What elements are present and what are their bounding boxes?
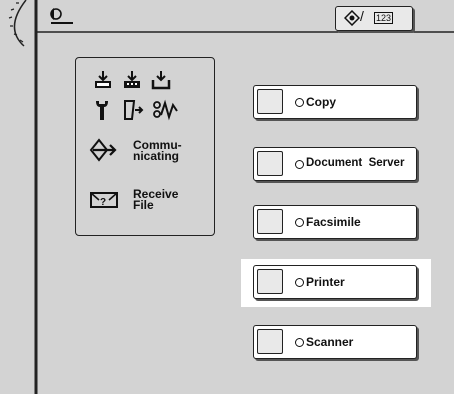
copy-button[interactable]: Copy <box>253 85 417 119</box>
document-server-lamp-icon <box>295 160 304 169</box>
receive-file-icon: ? <box>90 192 118 208</box>
receive-file-label: Receive File <box>133 188 178 212</box>
signal-icon <box>153 99 178 121</box>
copy-label: Copy <box>306 95 336 109</box>
scanner-label: Scanner <box>306 335 354 349</box>
printer-key[interactable] <box>257 269 283 294</box>
printer-button[interactable]: Printer <box>253 265 417 299</box>
mode-key-top[interactable]: / 123 <box>335 6 413 31</box>
document-server-label: Document Server <box>306 157 405 169</box>
copy-lamp-icon <box>295 98 304 107</box>
scanner-button[interactable]: Scanner <box>253 325 417 359</box>
facsimile-label: Facsimile <box>306 215 361 229</box>
document-server-button[interactable]: Document Server <box>253 147 417 181</box>
communicating-icon <box>89 138 117 162</box>
copy-key[interactable] <box>257 89 283 114</box>
slash-separator: / <box>360 8 364 24</box>
printer-label: Printer <box>306 275 345 289</box>
communicating-line2: nicating <box>133 149 180 163</box>
wrench-icon <box>96 101 108 120</box>
facsimile-button[interactable]: Facsimile <box>253 205 417 239</box>
facsimile-lamp-icon <box>295 218 304 227</box>
data-in-tray-icon <box>151 71 171 90</box>
receive-line2: File <box>133 198 154 212</box>
data-in-toner-icon <box>124 71 140 88</box>
scanner-lamp-icon <box>295 338 304 347</box>
counter-indicator: 123 <box>374 12 394 24</box>
svg-text:?: ? <box>100 197 106 208</box>
communicating-label: Commu- nicating <box>133 139 182 163</box>
data-in-icon <box>95 71 111 88</box>
document-server-key[interactable] <box>257 151 283 176</box>
facsimile-key[interactable] <box>257 209 283 234</box>
energy-saver-icon <box>50 8 73 24</box>
scanner-key[interactable] <box>257 329 283 354</box>
indicator-group: Commu- nicating ? Receive File <box>75 57 215 236</box>
diamond-icon <box>344 10 360 26</box>
printer-lamp-icon <box>295 278 304 287</box>
paper-jam-icon <box>124 100 144 120</box>
